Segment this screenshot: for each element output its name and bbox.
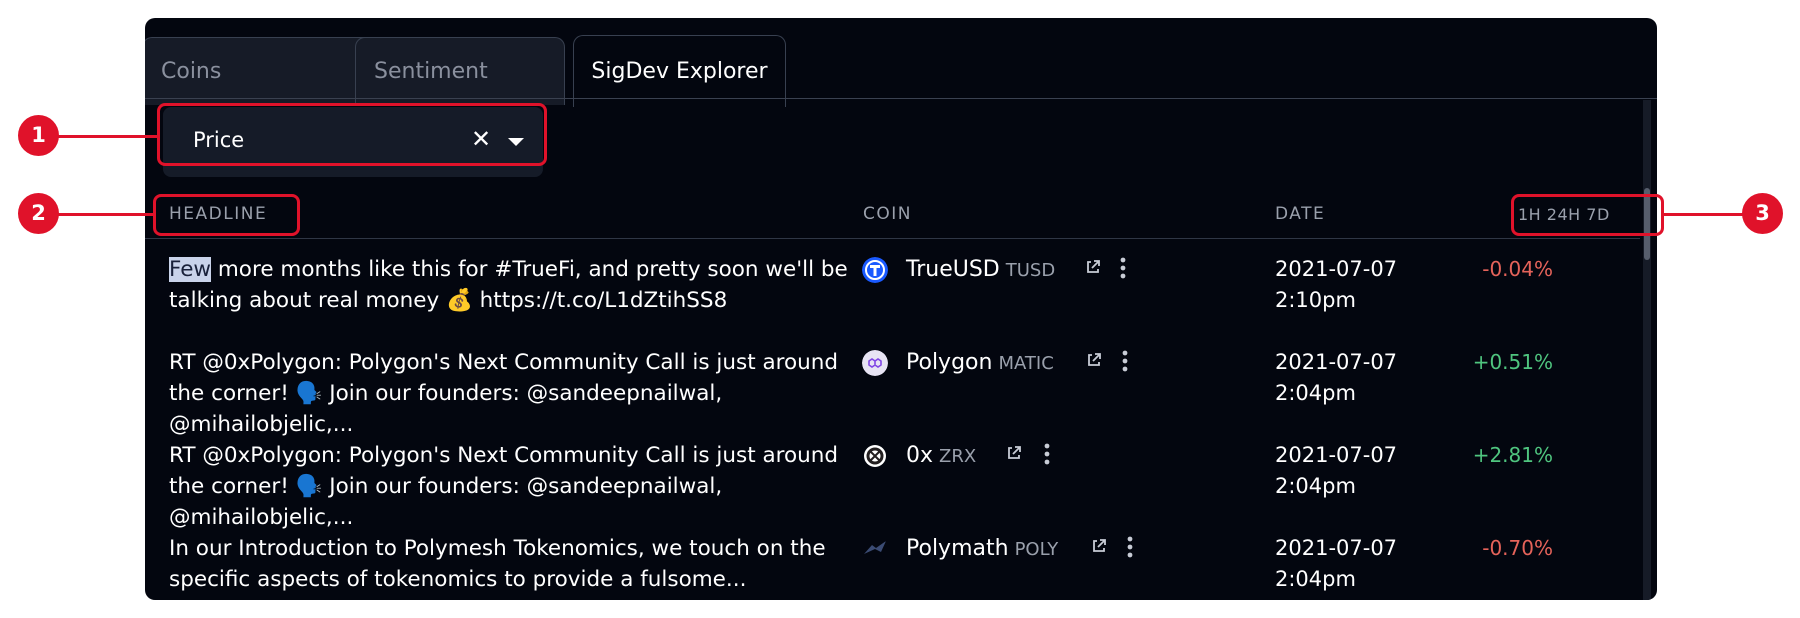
coin-symbol: ZRX bbox=[939, 446, 977, 467]
coin-name[interactable]: 0x ZRX bbox=[906, 440, 976, 472]
tab-sigdev-explorer[interactable]: SigDev Explorer bbox=[573, 35, 786, 107]
callout-box-headline bbox=[153, 194, 300, 236]
headline-body: more months like this for #TrueFi, and p… bbox=[169, 257, 848, 313]
coin-name[interactable]: TrueUSD TUSD bbox=[906, 254, 1055, 286]
headline-text[interactable]: RT @0xPolygon: Polygon's Next Community … bbox=[169, 347, 859, 440]
external-link-icon[interactable] bbox=[1091, 538, 1107, 554]
tab-sigdev-label: SigDev Explorer bbox=[591, 59, 768, 84]
callout-line-2 bbox=[58, 213, 154, 216]
external-link-icon[interactable] bbox=[1086, 352, 1102, 368]
polymath-icon bbox=[864, 541, 886, 554]
price-change: +2.81% bbox=[1472, 443, 1553, 467]
external-link-icon[interactable] bbox=[1006, 445, 1022, 461]
callout-badge-1: 1 bbox=[18, 115, 59, 156]
table-row[interactable]: RT @0xPolygon: Polygon's Next Community … bbox=[145, 440, 1640, 533]
callout-badge-3: 3 bbox=[1742, 193, 1783, 234]
headline-text[interactable]: Few more months like this for #TrueFi, a… bbox=[169, 254, 859, 316]
callout-box-filter bbox=[157, 103, 547, 166]
time-line: 2:10pm bbox=[1275, 288, 1356, 312]
coin-symbol: TUSD bbox=[1005, 260, 1056, 281]
tab-bar: Coins Sentiment SigDev Explorer bbox=[145, 26, 1657, 107]
callout-line-1 bbox=[58, 135, 158, 138]
more-options-icon[interactable] bbox=[1044, 443, 1050, 465]
coin-symbol: POLY bbox=[1014, 539, 1059, 560]
time-line: 2:04pm bbox=[1275, 474, 1356, 498]
headline-highlight: Few bbox=[169, 257, 212, 282]
tab-divider bbox=[145, 98, 1657, 99]
headline-text[interactable]: In our Introduction to Polymesh Tokenomi… bbox=[169, 533, 859, 595]
scrollbar-track[interactable] bbox=[1643, 100, 1651, 600]
tab-sentiment[interactable]: Sentiment bbox=[355, 37, 565, 105]
header-divider bbox=[145, 238, 1640, 239]
column-header-coin[interactable]: COIN bbox=[863, 204, 912, 224]
table-row[interactable]: Few more months like this for #TrueFi, a… bbox=[145, 254, 1640, 347]
coin-name-text: Polygon bbox=[906, 350, 993, 375]
table-row[interactable]: RT @0xPolygon: Polygon's Next Community … bbox=[145, 347, 1640, 440]
external-link-icon[interactable] bbox=[1085, 259, 1101, 275]
headline-body: RT @0xPolygon: Polygon's Next Community … bbox=[169, 350, 839, 437]
price-change: -0.04% bbox=[1482, 257, 1553, 281]
time-line: 2:04pm bbox=[1275, 567, 1356, 591]
polygon-icon bbox=[862, 350, 888, 376]
tab-coins-label: Coins bbox=[161, 59, 222, 84]
column-header-date[interactable]: DATE bbox=[1275, 204, 1325, 224]
coin-name-text: Polymath bbox=[906, 536, 1009, 561]
coin-name[interactable]: Polygon MATIC bbox=[906, 347, 1054, 379]
more-options-icon[interactable] bbox=[1122, 350, 1128, 372]
coin-symbol: MATIC bbox=[998, 353, 1054, 374]
more-options-icon[interactable] bbox=[1120, 257, 1126, 279]
tab-sentiment-label: Sentiment bbox=[374, 59, 488, 84]
headline-body: In our Introduction to Polymesh Tokenomi… bbox=[169, 536, 826, 592]
zrx-icon bbox=[864, 445, 886, 467]
callout-box-change bbox=[1511, 194, 1664, 236]
price-change: -0.70% bbox=[1482, 536, 1553, 560]
more-options-icon[interactable] bbox=[1127, 536, 1133, 558]
table-row[interactable]: In our Introduction to Polymesh Tokenomi… bbox=[145, 533, 1640, 600]
headline-text[interactable]: RT @0xPolygon: Polygon's Next Community … bbox=[169, 440, 859, 533]
coin-name-text: TrueUSD bbox=[906, 257, 1000, 282]
headline-body: RT @0xPolygon: Polygon's Next Community … bbox=[169, 443, 839, 530]
coin-name-text: 0x bbox=[906, 443, 934, 468]
coin-name[interactable]: Polymath POLY bbox=[906, 533, 1058, 565]
price-change: +0.51% bbox=[1472, 350, 1553, 374]
time-line: 2:04pm bbox=[1275, 381, 1356, 405]
trueusd-icon bbox=[862, 257, 888, 283]
callout-badge-2: 2 bbox=[18, 193, 59, 234]
